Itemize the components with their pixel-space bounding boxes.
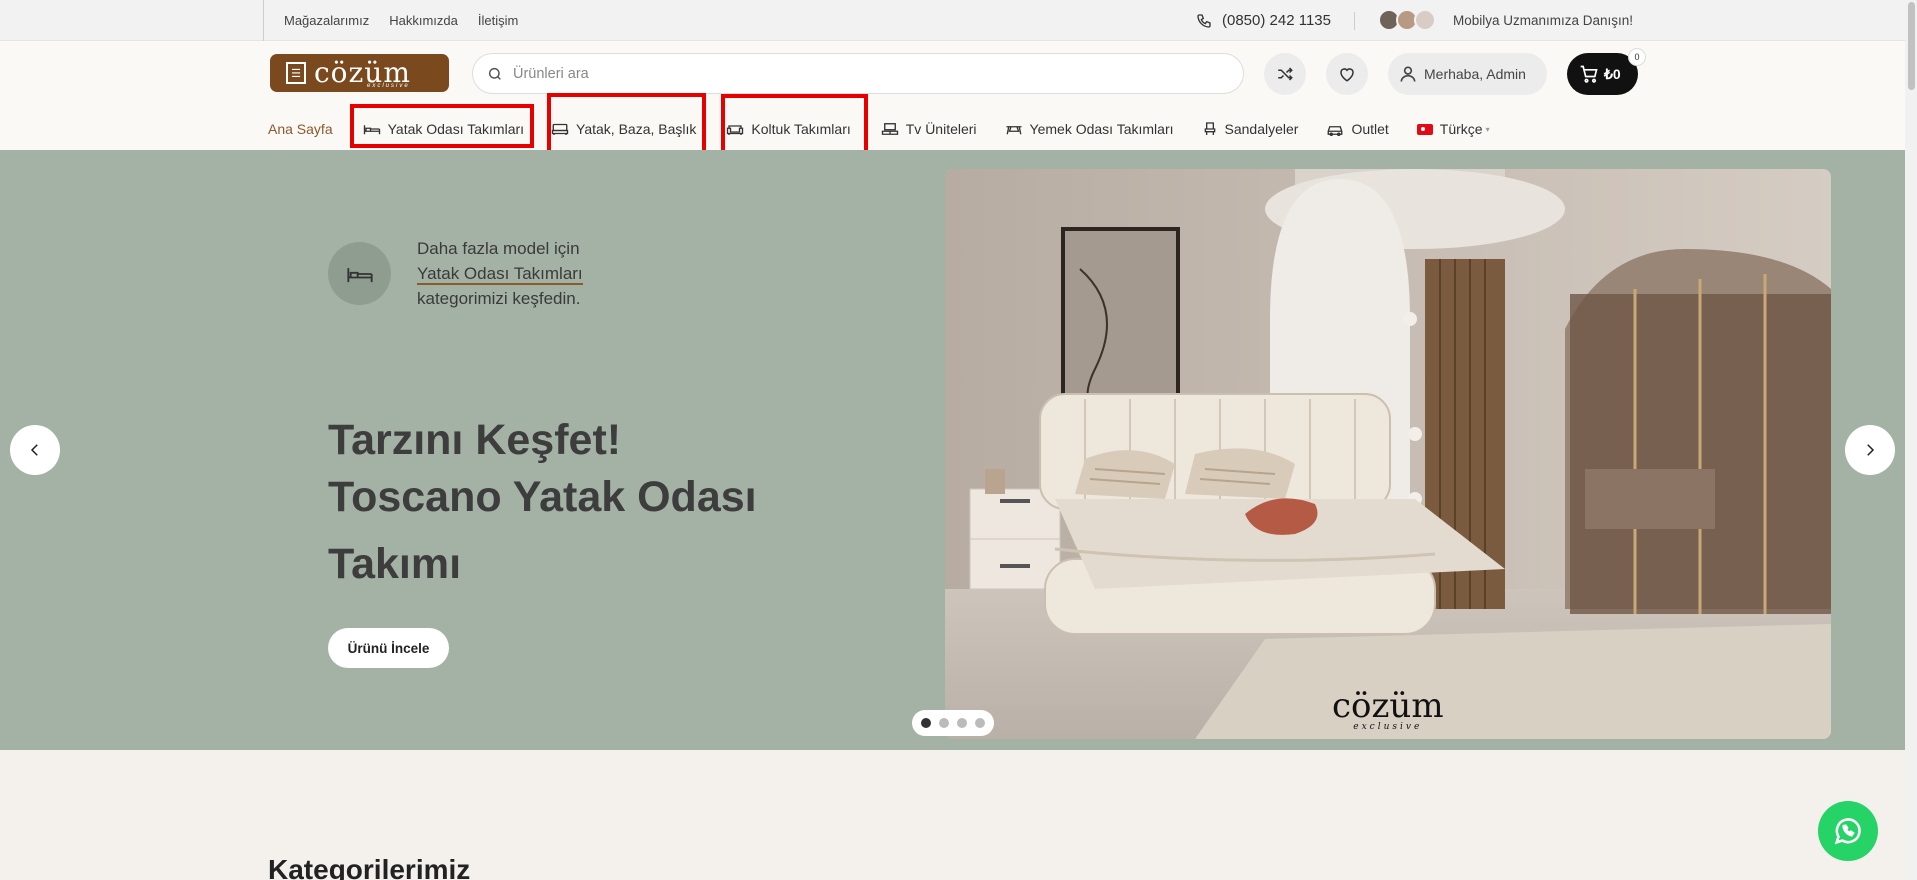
- site-header: ☰ cözüm exclusive Ürünleri ara Merhaba, …: [0, 41, 1917, 150]
- bed-icon: [346, 267, 373, 282]
- logo-mark-icon: ☰: [286, 62, 306, 84]
- nav-item-label: Yemek Odası Takımları: [1029, 121, 1174, 137]
- shuffle-icon: [1278, 67, 1293, 81]
- turkey-flag-icon: [1416, 123, 1433, 135]
- bedroom-illustration: [945, 169, 1831, 739]
- whatsapp-icon: [1834, 818, 1861, 845]
- slide-dot[interactable]: [975, 718, 985, 728]
- account-button[interactable]: Merhaba, Admin: [1388, 53, 1547, 95]
- slide-dot[interactable]: [921, 718, 931, 728]
- expert-avatars: [1378, 9, 1436, 31]
- wishlist-button[interactable]: [1326, 53, 1368, 95]
- category-promo: Daha fazla model için Yatak Odası Takıml…: [328, 236, 583, 311]
- nav-chairs[interactable]: Sandalyeler: [1202, 121, 1299, 137]
- logo-tagline: exclusive: [367, 83, 410, 89]
- car-icon: [1328, 126, 1343, 136]
- nav-outlet[interactable]: Outlet: [1326, 121, 1389, 137]
- search-placeholder: Ürünleri ara: [513, 65, 589, 82]
- nav-item-label: Outlet: [1351, 121, 1389, 137]
- tv-unit-icon: [881, 123, 898, 135]
- avatar: [1414, 9, 1436, 31]
- promo-line: Daha fazla model için: [417, 239, 580, 258]
- whatsapp-button[interactable]: [1818, 801, 1878, 861]
- scrollbar-thumb[interactable]: [1908, 2, 1915, 90]
- view-product-button[interactable]: Ürünü İncele: [328, 628, 449, 668]
- expert-contact-link[interactable]: Mobilya Uzmanımıza Danışın!: [1453, 0, 1633, 41]
- phone-link[interactable]: (0850) 242 1135: [1196, 0, 1331, 41]
- category-promo-text: Daha fazla model için Yatak Odası Takıml…: [417, 236, 583, 311]
- dining-table-icon: [1006, 126, 1022, 135]
- slide-dot[interactable]: [939, 718, 949, 728]
- hero-title-line: Toscano Yatak Odası: [328, 473, 757, 521]
- search-input[interactable]: Ürünleri ara: [472, 53, 1244, 94]
- about-link[interactable]: Hakkımızda: [389, 13, 458, 28]
- chevron-right-icon: [1867, 444, 1875, 456]
- hero-title-line: Takımı: [328, 540, 462, 588]
- highlight-box: [350, 104, 534, 148]
- cart-icon: [1580, 65, 1598, 83]
- hero-product-image: cözüm exclusive: [945, 169, 1831, 739]
- account-label: Merhaba, Admin: [1424, 66, 1526, 82]
- heart-icon: [1340, 68, 1354, 82]
- categories-heading: Kategorilerimiz: [268, 854, 471, 880]
- nav-item-label: Tv Üniteleri: [905, 121, 977, 137]
- slide-dot[interactable]: [957, 718, 967, 728]
- divider: [1354, 12, 1355, 30]
- cart-total: ₺0: [1604, 65, 1621, 82]
- watermark-name: cözüm: [1332, 686, 1444, 726]
- chair-icon: [1204, 122, 1215, 135]
- top-links: Mağazalarımız Hakkımızda İletişim: [263, 0, 538, 41]
- scrollbar[interactable]: [1905, 0, 1917, 880]
- language-label: Türkçe: [1439, 121, 1483, 137]
- prev-slide-button[interactable]: [10, 425, 60, 475]
- category-link[interactable]: Yatak Odası Takımları: [417, 264, 583, 285]
- hero-title-line: Tarzını Keşfet!: [328, 416, 622, 464]
- photo-logo-watermark: cözüm exclusive: [1332, 689, 1444, 732]
- nav-home[interactable]: Ana Sayfa: [268, 121, 333, 137]
- nav-item-label: Sandalyeler: [1224, 121, 1299, 137]
- cart-button[interactable]: ₺0 0: [1567, 48, 1646, 95]
- highlight-box: [547, 93, 706, 157]
- search-icon: [488, 67, 501, 80]
- nav-dining-sets[interactable]: Yemek Odası Takımları: [1005, 121, 1174, 137]
- site-logo[interactable]: ☰ cözüm exclusive: [270, 54, 449, 92]
- top-bar: Mağazalarımız Hakkımızda İletişim (0850)…: [0, 0, 1917, 41]
- hero-title: Tarzını Keşfet! Toscano Yatak Odası Takı…: [328, 412, 798, 593]
- contact-link[interactable]: İletişim: [478, 13, 518, 28]
- stores-link[interactable]: Mağazalarımız: [284, 13, 369, 28]
- cart-count-badge: 0: [1628, 48, 1646, 66]
- user-icon: [1400, 66, 1416, 82]
- promo-line: kategorimizi keşfedin.: [417, 289, 581, 308]
- nav-tv-units[interactable]: Tv Üniteleri: [881, 121, 977, 137]
- category-icon-badge: [328, 242, 391, 305]
- phone-icon: [1197, 13, 1211, 28]
- chevron-left-icon: [30, 444, 38, 456]
- phone-number: (0850) 242 1135: [1222, 12, 1331, 29]
- compare-button[interactable]: [1264, 53, 1306, 95]
- slider-pagination: [912, 710, 994, 736]
- next-slide-button[interactable]: [1845, 425, 1895, 475]
- language-selector[interactable]: Türkçe ▾: [1416, 121, 1490, 137]
- chevron-down-icon: ▾: [1485, 124, 1490, 134]
